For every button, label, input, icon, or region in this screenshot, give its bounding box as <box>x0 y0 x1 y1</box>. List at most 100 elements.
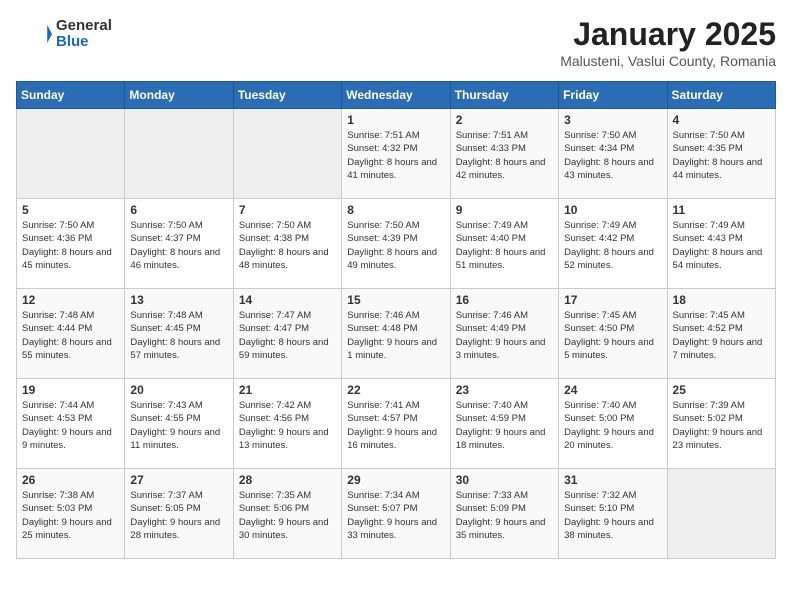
logo: General Blue <box>16 16 112 52</box>
day-info: Sunrise: 7:38 AM Sunset: 5:03 PM Dayligh… <box>22 489 119 542</box>
calendar-cell: 22 Sunrise: 7:41 AM Sunset: 4:57 PM Dayli… <box>342 379 450 469</box>
day-number: 1 <box>347 113 444 127</box>
day-info: Sunrise: 7:50 AM Sunset: 4:39 PM Dayligh… <box>347 219 444 272</box>
day-number: 30 <box>456 473 553 487</box>
calendar-cell: 28Sunrise: 7:35 AM Sunset: 5:06 PM Dayli… <box>233 469 341 559</box>
day-info: Sunrise: 7:40 AM Sunset: 5:00 PM Dayligh… <box>564 399 661 452</box>
day-number: 9 <box>456 203 553 217</box>
calendar-cell: 12 Sunrise: 7:48 AM Sunset: 4:44 PM Dayli… <box>17 289 125 379</box>
calendar-cell: 24 Sunrise: 7:40 AM Sunset: 5:00 PM Dayli… <box>559 379 667 469</box>
calendar-cell: 16Sunrise: 7:46 AM Sunset: 4:49 PM Dayli… <box>450 289 558 379</box>
calendar-cell: 23Sunrise: 7:40 AM Sunset: 4:59 PM Dayli… <box>450 379 558 469</box>
calendar-cell: 14 Sunrise: 7:47 AM Sunset: 4:47 PM Dayli… <box>233 289 341 379</box>
day-info: Sunrise: 7:46 AM Sunset: 4:48 PM Dayligh… <box>347 309 444 362</box>
day-info: Sunrise: 7:50 AM Sunset: 4:36 PM Dayligh… <box>22 219 119 272</box>
day-info: Sunrise: 7:51 AM Sunset: 4:33 PM Dayligh… <box>456 129 553 182</box>
day-number: 2 <box>456 113 553 127</box>
calendar-cell: 30 Sunrise: 7:33 AM Sunset: 5:09 PM Dayli… <box>450 469 558 559</box>
day-info: Sunrise: 7:47 AM Sunset: 4:47 PM Dayligh… <box>239 309 336 362</box>
day-number: 20 <box>130 383 227 397</box>
calendar-cell: 5 Sunrise: 7:50 AM Sunset: 4:36 PM Daylig… <box>17 199 125 289</box>
week-row-5: 26 Sunrise: 7:38 AM Sunset: 5:03 PM Dayli… <box>17 469 776 559</box>
day-number: 7 <box>239 203 336 217</box>
calendar-cell: 20 Sunrise: 7:43 AM Sunset: 4:55 PM Dayli… <box>125 379 233 469</box>
day-number: 22 <box>347 383 444 397</box>
day-number: 13 <box>130 293 227 307</box>
day-info: Sunrise: 7:39 AM Sunset: 5:02 PM Dayligh… <box>673 399 770 452</box>
column-header-thursday: Thursday <box>450 82 558 109</box>
logo-text: General Blue <box>56 18 112 51</box>
column-header-saturday: Saturday <box>667 82 775 109</box>
day-info: Sunrise: 7:42 AM Sunset: 4:56 PM Dayligh… <box>239 399 336 452</box>
day-number: 16 <box>456 293 553 307</box>
day-number: 18 <box>673 293 770 307</box>
column-header-sunday: Sunday <box>17 82 125 109</box>
day-info: Sunrise: 7:37 AM Sunset: 5:05 PM Dayligh… <box>130 489 227 542</box>
week-row-1: 1 Sunrise: 7:51 AM Sunset: 4:32 PM Daylig… <box>17 109 776 199</box>
day-info: Sunrise: 7:45 AM Sunset: 4:50 PM Dayligh… <box>564 309 661 362</box>
day-number: 10 <box>564 203 661 217</box>
month-title: January 2025 <box>560 16 776 53</box>
day-number: 11 <box>673 203 770 217</box>
day-info: Sunrise: 7:50 AM Sunset: 4:35 PM Dayligh… <box>673 129 770 182</box>
day-number: 6 <box>130 203 227 217</box>
day-number: 27 <box>130 473 227 487</box>
calendar-cell: 3 Sunrise: 7:50 AM Sunset: 4:34 PM Daylig… <box>559 109 667 199</box>
day-info: Sunrise: 7:43 AM Sunset: 4:55 PM Dayligh… <box>130 399 227 452</box>
logo-blue-text: Blue <box>56 34 112 51</box>
calendar-cell: 26 Sunrise: 7:38 AM Sunset: 5:03 PM Dayli… <box>17 469 125 559</box>
day-number: 15 <box>347 293 444 307</box>
week-row-4: 19Sunrise: 7:44 AM Sunset: 4:53 PM Dayli… <box>17 379 776 469</box>
calendar-cell: 6 Sunrise: 7:50 AM Sunset: 4:37 PM Daylig… <box>125 199 233 289</box>
day-number: 29 <box>347 473 444 487</box>
calendar-cell <box>233 109 341 199</box>
day-number: 31 <box>564 473 661 487</box>
column-header-friday: Friday <box>559 82 667 109</box>
day-number: 5 <box>22 203 119 217</box>
day-number: 25 <box>673 383 770 397</box>
day-number: 26 <box>22 473 119 487</box>
day-info: Sunrise: 7:41 AM Sunset: 4:57 PM Dayligh… <box>347 399 444 452</box>
column-header-wednesday: Wednesday <box>342 82 450 109</box>
day-info: Sunrise: 7:48 AM Sunset: 4:44 PM Dayligh… <box>22 309 119 362</box>
calendar-cell: 27 Sunrise: 7:37 AM Sunset: 5:05 PM Dayli… <box>125 469 233 559</box>
calendar-cell: 15 Sunrise: 7:46 AM Sunset: 4:48 PM Dayli… <box>342 289 450 379</box>
calendar-cell: 17 Sunrise: 7:45 AM Sunset: 4:50 PM Dayli… <box>559 289 667 379</box>
day-info: Sunrise: 7:49 AM Sunset: 4:43 PM Dayligh… <box>673 219 770 272</box>
week-row-2: 5 Sunrise: 7:50 AM Sunset: 4:36 PM Daylig… <box>17 199 776 289</box>
day-info: Sunrise: 7:44 AM Sunset: 4:53 PM Dayligh… <box>22 399 119 452</box>
day-info: Sunrise: 7:49 AM Sunset: 4:42 PM Dayligh… <box>564 219 661 272</box>
day-number: 17 <box>564 293 661 307</box>
day-number: 3 <box>564 113 661 127</box>
day-info: Sunrise: 7:48 AM Sunset: 4:45 PM Dayligh… <box>130 309 227 362</box>
column-header-monday: Monday <box>125 82 233 109</box>
calendar-cell: 11 Sunrise: 7:49 AM Sunset: 4:43 PM Dayli… <box>667 199 775 289</box>
calendar-cell: 25 Sunrise: 7:39 AM Sunset: 5:02 PM Dayli… <box>667 379 775 469</box>
calendar-cell: 2 Sunrise: 7:51 AM Sunset: 4:33 PM Daylig… <box>450 109 558 199</box>
title-area: January 2025 Malusteni, Vaslui County, R… <box>560 16 776 69</box>
day-info: Sunrise: 7:50 AM Sunset: 4:37 PM Dayligh… <box>130 219 227 272</box>
day-info: Sunrise: 7:50 AM Sunset: 4:34 PM Dayligh… <box>564 129 661 182</box>
day-info: Sunrise: 7:45 AM Sunset: 4:52 PM Dayligh… <box>673 309 770 362</box>
calendar-cell: 31 Sunrise: 7:32 AM Sunset: 5:10 PM Dayli… <box>559 469 667 559</box>
day-number: 28 <box>239 473 336 487</box>
day-info: Sunrise: 7:32 AM Sunset: 5:10 PM Dayligh… <box>564 489 661 542</box>
day-info: Sunrise: 7:49 AM Sunset: 4:40 PM Dayligh… <box>456 219 553 272</box>
calendar-cell: 13 Sunrise: 7:48 AM Sunset: 4:45 PM Dayli… <box>125 289 233 379</box>
day-number: 24 <box>564 383 661 397</box>
header-row: SundayMondayTuesdayWednesdayThursdayFrid… <box>17 82 776 109</box>
calendar-cell: 8Sunrise: 7:50 AM Sunset: 4:39 PM Daylig… <box>342 199 450 289</box>
day-info: Sunrise: 7:34 AM Sunset: 5:07 PM Dayligh… <box>347 489 444 542</box>
calendar-cell: 7Sunrise: 7:50 AM Sunset: 4:38 PM Daylig… <box>233 199 341 289</box>
day-number: 12 <box>22 293 119 307</box>
day-number: 21 <box>239 383 336 397</box>
calendar-cell <box>125 109 233 199</box>
day-number: 23 <box>456 383 553 397</box>
column-header-tuesday: Tuesday <box>233 82 341 109</box>
week-row-3: 12 Sunrise: 7:48 AM Sunset: 4:44 PM Dayli… <box>17 289 776 379</box>
day-number: 14 <box>239 293 336 307</box>
page-header: General Blue January 2025 Malusteni, Vas… <box>16 16 776 69</box>
day-info: Sunrise: 7:33 AM Sunset: 5:09 PM Dayligh… <box>456 489 553 542</box>
day-info: Sunrise: 7:51 AM Sunset: 4:32 PM Dayligh… <box>347 129 444 182</box>
calendar-cell: 21 Sunrise: 7:42 AM Sunset: 4:56 PM Dayli… <box>233 379 341 469</box>
